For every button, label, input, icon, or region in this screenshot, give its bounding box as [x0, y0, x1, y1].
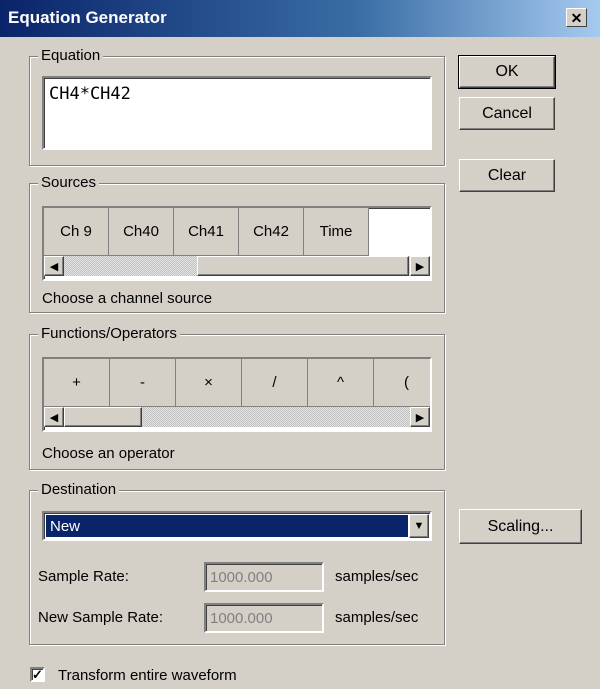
- sample-rate-label: Sample Rate:: [38, 568, 129, 585]
- operator-cell[interactable]: ^: [308, 359, 374, 407]
- operators-list: + - × / ^ ( ◀ ▶: [42, 357, 432, 432]
- destination-select[interactable]: New ▼: [42, 511, 432, 541]
- source-cell[interactable]: Ch41: [174, 208, 239, 256]
- ok-button[interactable]: OK: [458, 55, 556, 89]
- functions-hint: Choose an operator: [42, 445, 175, 462]
- transform-checkbox[interactable]: ✓: [30, 667, 45, 682]
- cancel-button[interactable]: Cancel: [459, 97, 555, 130]
- source-cell[interactable]: Ch 9: [44, 208, 109, 256]
- transform-checkbox-label[interactable]: Transform entire waveform: [58, 667, 237, 684]
- functions-group-label: Functions/Operators: [38, 325, 180, 343]
- source-cell[interactable]: Time: [304, 208, 369, 256]
- new-sample-rate-label: New Sample Rate:: [38, 609, 164, 626]
- destination-selected-value: New: [46, 515, 408, 537]
- scaling-button[interactable]: Scaling...: [459, 509, 582, 544]
- close-icon[interactable]: ✕: [566, 8, 587, 27]
- scroll-right-icon[interactable]: ▶: [410, 407, 430, 427]
- scroll-thumb[interactable]: [64, 407, 142, 427]
- new-sample-rate-field: 1000.000: [204, 603, 324, 633]
- equation-group-label: Equation: [38, 47, 104, 65]
- operator-cell[interactable]: ×: [176, 359, 242, 407]
- equation-field[interactable]: CH4*CH42: [42, 76, 432, 150]
- equation-group: Equation CH4*CH42: [29, 47, 445, 166]
- title-bar: Equation Generator ✕: [0, 0, 600, 37]
- scroll-left-icon[interactable]: ◀: [44, 407, 64, 427]
- sources-group: Sources Ch 9 Ch40 Ch41 Ch42 Time ◀ ▶ Cho…: [29, 174, 445, 313]
- functions-group: Functions/Operators + - × / ^ ( ◀ ▶ Choo…: [29, 325, 445, 470]
- scroll-thumb[interactable]: [197, 256, 409, 276]
- operator-cell[interactable]: -: [110, 359, 176, 407]
- sources-scrollbar[interactable]: ◀ ▶: [44, 256, 430, 276]
- source-cell[interactable]: Ch40: [109, 208, 174, 256]
- operator-cell[interactable]: (: [374, 359, 430, 407]
- operators-cells: + - × / ^ (: [44, 359, 430, 407]
- chevron-down-icon[interactable]: ▼: [409, 514, 429, 538]
- sample-rate-field: 1000.000: [204, 562, 324, 592]
- sources-cells: Ch 9 Ch40 Ch41 Ch42 Time: [44, 208, 369, 256]
- sources-group-label: Sources: [38, 174, 100, 192]
- equation-value: CH4*CH42: [49, 84, 131, 104]
- destination-group: Destination New ▼ Sample Rate: 1000.000 …: [29, 481, 445, 645]
- destination-group-label: Destination: [38, 481, 120, 499]
- sample-rate-unit: samples/sec: [335, 568, 419, 585]
- source-cell[interactable]: Ch42: [239, 208, 304, 256]
- operator-cell[interactable]: +: [44, 359, 110, 407]
- scroll-left-icon[interactable]: ◀: [44, 256, 64, 276]
- operators-scrollbar[interactable]: ◀ ▶: [44, 407, 430, 427]
- operator-cell[interactable]: /: [242, 359, 308, 407]
- new-sample-rate-unit: samples/sec: [335, 609, 419, 626]
- sources-list: Ch 9 Ch40 Ch41 Ch42 Time ◀ ▶: [42, 206, 432, 281]
- window-title: Equation Generator: [8, 8, 167, 27]
- sources-hint: Choose a channel source: [42, 290, 213, 307]
- scroll-right-icon[interactable]: ▶: [410, 256, 430, 276]
- clear-button[interactable]: Clear: [459, 159, 555, 192]
